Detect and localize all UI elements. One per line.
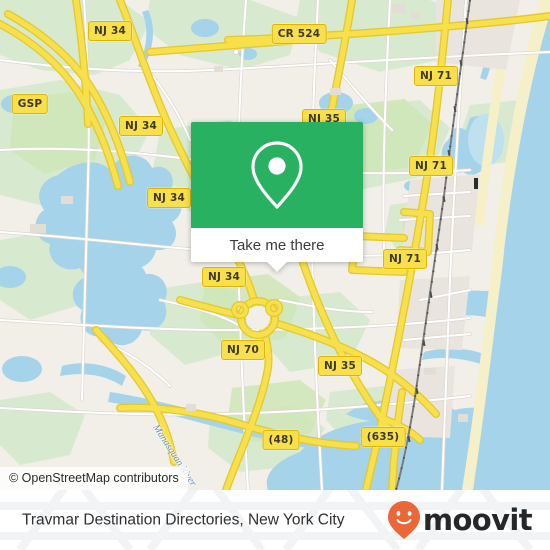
map-canvas[interactable]: Manasquan River NJ 34 CR 524 NJ 71 GSP N… xyxy=(0,0,550,490)
popup-header xyxy=(191,122,363,228)
take-me-there-label: Take me there xyxy=(229,236,325,254)
moovit-wordmark: moovit xyxy=(422,502,533,537)
popup-footer[interactable]: Take me there xyxy=(191,228,363,272)
road-junction-markers xyxy=(232,48,240,56)
page-title: Travmar Destination Directories, New Yor… xyxy=(22,511,345,529)
location-pin-icon xyxy=(251,141,303,209)
moovit-brand[interactable]: moovit xyxy=(387,500,533,540)
osm-attribution[interactable]: © OpenStreetMap contributors xyxy=(0,466,188,490)
shield-nj-71-low[interactable]: NJ 71 xyxy=(383,249,427,269)
bottom-info-bar: Travmar Destination Directories, New Yor… xyxy=(0,490,550,550)
shield-gsp[interactable]: GSP xyxy=(11,94,49,114)
moovit-map-screenshot: Manasquan River NJ 34 CR 524 NJ 71 GSP N… xyxy=(0,0,550,550)
shield-cr-524[interactable]: CR 524 xyxy=(271,24,327,44)
shield-nj-71-mid[interactable]: NJ 71 xyxy=(409,156,453,176)
moovit-smiley-pin-icon xyxy=(387,501,420,539)
shield-nj-70[interactable]: NJ 70 xyxy=(221,340,265,360)
interchange-roundabout xyxy=(231,297,283,339)
popup-tail-pointer xyxy=(266,261,288,272)
railway-station-marker xyxy=(474,178,478,189)
shield-nj-35-low[interactable]: NJ 35 xyxy=(318,356,362,376)
shield-nj-34-north[interactable]: NJ 34 xyxy=(88,21,132,41)
shield-nj-71-top[interactable]: NJ 71 xyxy=(414,66,458,86)
shield-48[interactable]: (48) xyxy=(262,430,300,450)
shield-nj-34-low[interactable]: NJ 34 xyxy=(202,267,246,287)
shield-635[interactable]: (635) xyxy=(360,427,406,447)
destination-popup-card[interactable]: Take me there xyxy=(191,122,363,272)
shield-nj-34-left[interactable]: NJ 34 xyxy=(147,188,191,208)
shield-nj-34-mid[interactable]: NJ 34 xyxy=(119,116,163,136)
